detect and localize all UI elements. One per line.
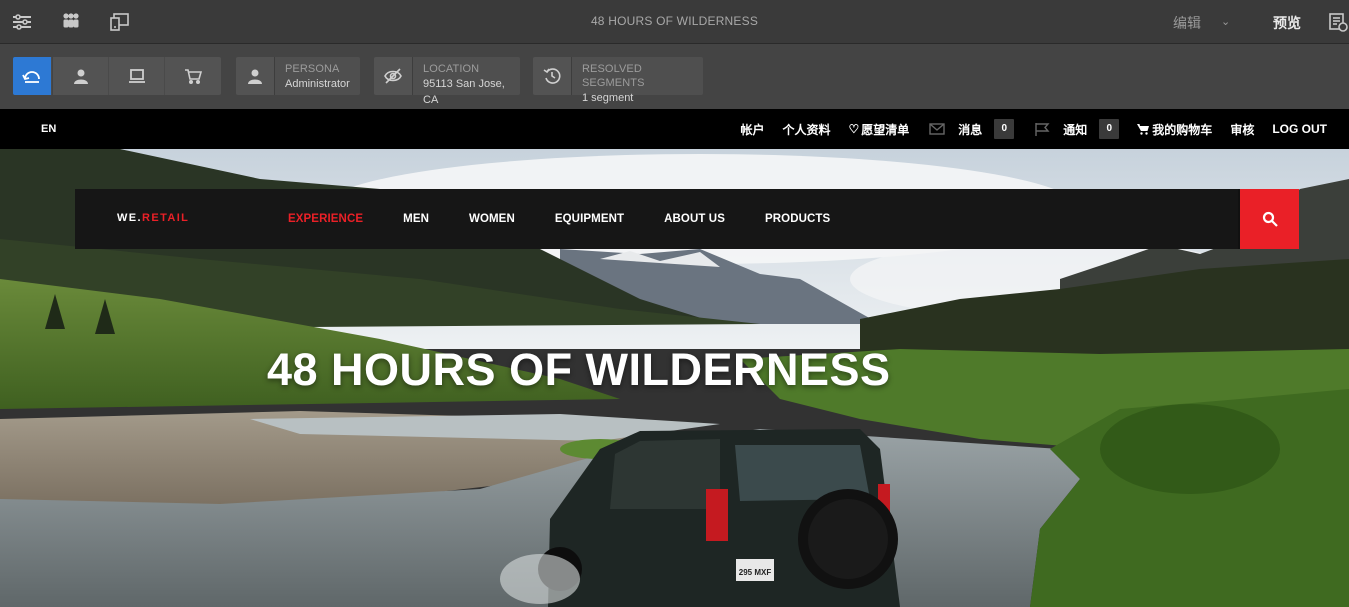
search-icon xyxy=(1262,211,1278,227)
segments-value: 1 segment xyxy=(582,92,634,104)
persona-value: Administrator xyxy=(285,78,350,90)
main-nav: EXPERIENCE MEN WOMEN EQUIPMENT ABOUT US … xyxy=(288,189,870,249)
messages-label: 消息 xyxy=(958,122,983,137)
segments-label: RESOLVED SEGMENTS xyxy=(582,63,645,89)
segments-text: RESOLVED SEGMENTS 1 segment xyxy=(571,57,703,104)
location-value: 95113 San Jose, CA xyxy=(423,78,505,106)
messages-count-badge: 0 xyxy=(994,119,1015,139)
reset-icon[interactable] xyxy=(13,57,52,95)
contexthub-bar: PERSONA Administrator LOCATION 95113 San… xyxy=(0,44,1349,109)
persona-module[interactable]: PERSONA Administrator xyxy=(236,57,360,95)
license-plate: 295 MXF xyxy=(739,568,772,577)
hero-title: 48 HOURS OF WILDERNESS xyxy=(267,344,891,395)
search-button[interactable] xyxy=(1238,189,1299,249)
brand-logo[interactable]: WE.RETAIL xyxy=(117,212,189,224)
editor-toolbar: 48 HOURS OF WILDERNESS 编辑 ⌄ 预览 xyxy=(0,0,1349,44)
site-navbar: WE.RETAIL EXPERIENCE MEN WOMEN EQUIPMENT… xyxy=(75,189,1299,249)
location-hidden-icon xyxy=(374,57,412,95)
location-module[interactable]: LOCATION 95113 San Jose, CA xyxy=(374,57,520,106)
brand-prefix: WE. xyxy=(117,212,142,224)
persona-text: PERSONA Administrator xyxy=(274,57,360,95)
chevron-down-icon[interactable]: ⌄ xyxy=(1221,15,1230,28)
nav-item-equipment[interactable]: EQUIPMENT xyxy=(555,213,624,225)
nav-item-about-us[interactable]: ABOUT US xyxy=(664,213,725,225)
wishlist-link[interactable]: ♡ 愿望清单 xyxy=(848,121,909,138)
cart-icon[interactable] xyxy=(165,57,221,95)
wishlist-label: 愿望清单 xyxy=(861,122,910,137)
page-info-icon[interactable] xyxy=(1328,12,1348,37)
profile-link[interactable]: 个人资料 xyxy=(782,121,830,138)
nav-item-experience[interactable]: EXPERIENCE xyxy=(288,213,363,225)
cart-link[interactable]: 我的购物车 xyxy=(1137,121,1212,138)
notifications-label: 通知 xyxy=(1063,122,1088,137)
monitor-icon[interactable] xyxy=(109,57,165,95)
hero-banner: 295 MXF WE.RETAIL EXPERIENCE MEN WOMEN E… xyxy=(0,149,1349,607)
review-link[interactable]: 审核 xyxy=(1230,121,1254,138)
envelope-icon xyxy=(929,123,945,135)
utility-links: 帐户 个人资料 ♡ 愿望清单 消息 0 通知 0 我的购物车 审核 LOG OU… xyxy=(722,109,1327,149)
location-label: LOCATION xyxy=(423,63,480,75)
notifications-count-badge: 0 xyxy=(1099,119,1120,139)
notifications-link[interactable]: 通知 0 xyxy=(1063,119,1120,139)
shopping-cart-icon xyxy=(1137,123,1150,135)
messages-link[interactable]: 消息 0 xyxy=(958,119,1015,139)
nav-item-products[interactable]: PRODUCTS xyxy=(765,213,830,225)
user-icon[interactable] xyxy=(53,57,109,95)
persona-label: PERSONA xyxy=(285,63,340,75)
page-title: 48 HOURS OF WILDERNESS xyxy=(590,14,759,28)
language-selector[interactable]: EN xyxy=(41,123,56,135)
brand-suffix: RETAIL xyxy=(141,212,190,224)
location-text: LOCATION 95113 San Jose, CA xyxy=(412,57,520,106)
persona-user-icon xyxy=(236,57,274,95)
device-toggle-group xyxy=(13,57,221,95)
edit-mode-button[interactable]: 编辑 xyxy=(1173,13,1201,33)
site-utility-bar: EN 帐户 个人资料 ♡ 愿望清单 消息 0 通知 0 我的购物车 审核 LOG… xyxy=(0,109,1349,149)
nav-item-men[interactable]: MEN xyxy=(403,213,429,225)
logout-link[interactable]: LOG OUT xyxy=(1272,122,1327,136)
nav-item-women[interactable]: WOMEN xyxy=(469,213,515,225)
segments-module[interactable]: RESOLVED SEGMENTS 1 segment xyxy=(533,57,703,104)
heart-icon: ♡ xyxy=(848,122,860,136)
flag-icon xyxy=(1034,122,1050,136)
refresh-icon xyxy=(533,57,571,95)
account-link[interactable]: 帐户 xyxy=(740,121,764,138)
preview-mode-button[interactable]: 预览 xyxy=(1273,13,1301,33)
cart-label: 我的购物车 xyxy=(1152,122,1213,137)
